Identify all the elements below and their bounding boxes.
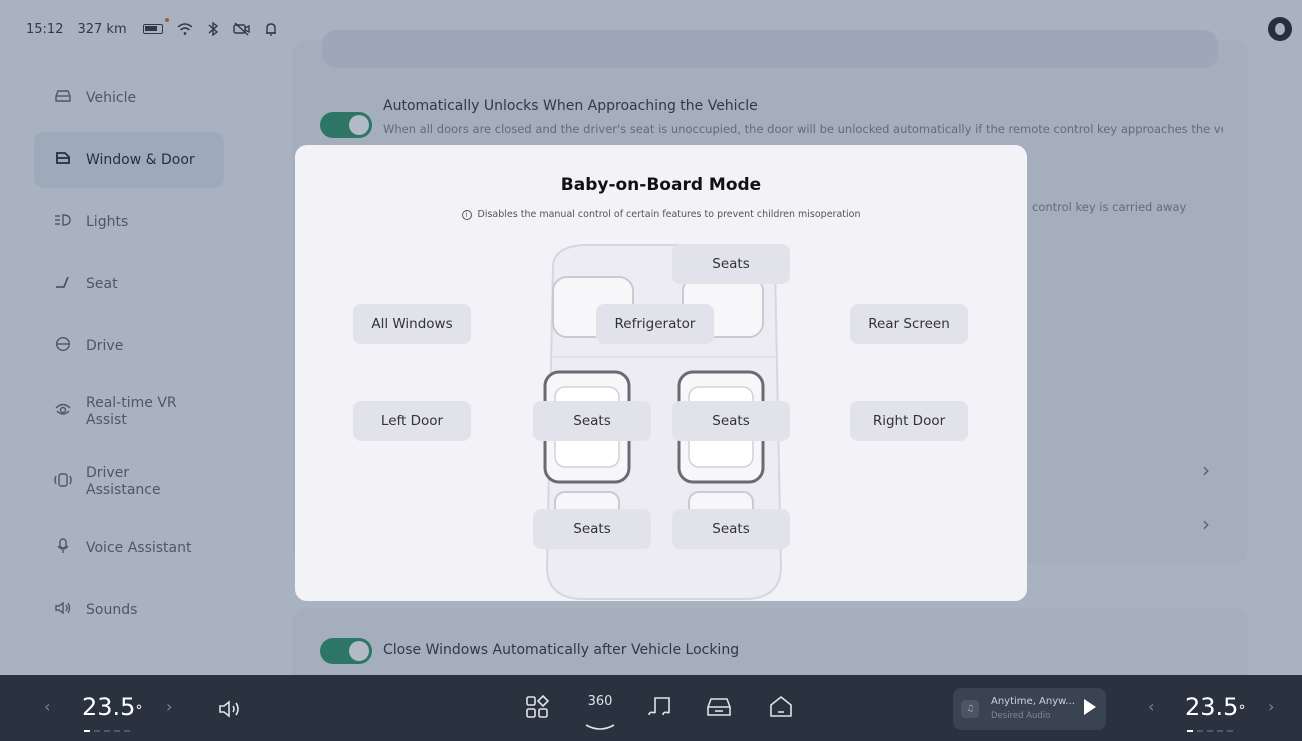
car-icon[interactable]: [705, 695, 733, 725]
seats-mid-left-button[interactable]: Seats: [533, 401, 651, 441]
home-icon[interactable]: [768, 695, 794, 725]
info-icon: i: [461, 209, 472, 220]
music-icon[interactable]: [647, 695, 673, 725]
temp-left[interactable]: 23.5°: [82, 693, 142, 721]
seats-front-button[interactable]: Seats: [672, 244, 790, 284]
play-icon[interactable]: [1084, 699, 1096, 715]
refrigerator-button[interactable]: Refrigerator: [596, 304, 714, 344]
temp-left-increase-icon[interactable]: ›: [166, 697, 172, 716]
temp-left-indicator: [84, 730, 132, 732]
rear-screen-button[interactable]: Rear Screen: [850, 304, 968, 344]
temp-right[interactable]: 23.5°: [1185, 693, 1245, 721]
temp-right-indicator: [1187, 730, 1235, 732]
all-windows-button[interactable]: All Windows: [353, 304, 471, 344]
dialog-title: Baby-on-Board Mode: [560, 175, 762, 195]
volume-icon[interactable]: [218, 697, 242, 725]
temp-left-unit: °: [135, 703, 143, 719]
bottom-dock: ‹ 23.5° › 360 ♫ Anytime, Anyw... Desired…: [0, 675, 1302, 741]
media-subtitle: Desired Audio: [991, 711, 1051, 721]
seats-rear-right-button[interactable]: Seats: [672, 509, 790, 549]
temp-left-value: 23.5: [82, 693, 136, 721]
dialog-subtitle: i Disables the manual control of certain …: [295, 209, 1027, 220]
seats-rear-left-button[interactable]: Seats: [533, 509, 651, 549]
music-note-icon: ♫: [961, 700, 979, 718]
apps-grid-icon[interactable]: [525, 694, 550, 725]
media-player[interactable]: ♫ Anytime, Anyw... Desired Audio: [953, 688, 1106, 730]
camera-360-label: 360: [587, 694, 613, 709]
temp-right-decrease-icon[interactable]: ‹: [1148, 697, 1154, 716]
dialog-subtitle-text: Disables the manual control of certain f…: [477, 209, 861, 220]
right-door-button[interactable]: Right Door: [850, 401, 968, 441]
baby-on-board-dialog: Baby-on-Board Mode i Disables the manual …: [295, 145, 1027, 601]
temp-right-value: 23.5: [1185, 693, 1239, 721]
media-title: Anytime, Anyw...: [991, 696, 1075, 707]
temp-left-decrease-icon[interactable]: ‹: [44, 697, 50, 716]
camera-360-icon[interactable]: 360: [584, 695, 616, 737]
left-door-button[interactable]: Left Door: [353, 401, 471, 441]
temp-right-unit: °: [1238, 703, 1246, 719]
seats-mid-right-button[interactable]: Seats: [672, 401, 790, 441]
temp-right-increase-icon[interactable]: ›: [1268, 697, 1274, 716]
